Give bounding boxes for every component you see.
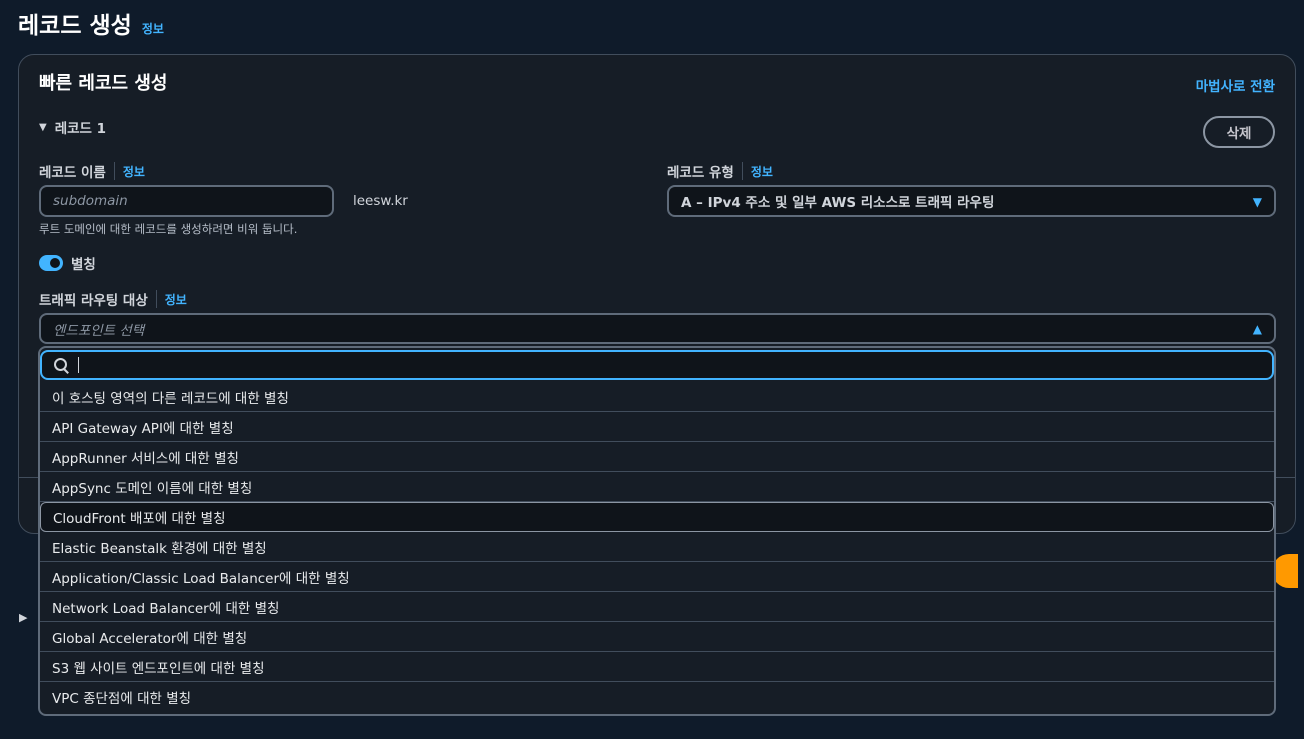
traffic-target-label: 트래픽 라우팅 대상 — [39, 293, 148, 309]
record-name-info-link[interactable]: 정보 — [123, 163, 145, 180]
dropdown-option[interactable]: S3 웹 사이트 엔드포인트에 대한 별칭 — [40, 652, 1274, 682]
record-name-label-row: 레코드 이름 정보 — [39, 161, 145, 181]
dropdown-option[interactable]: VPC 종단점에 대한 별칭 — [40, 682, 1274, 712]
record-name-label: 레코드 이름 — [39, 165, 106, 181]
page-info-link[interactable]: 정보 — [142, 20, 164, 37]
card-title: 빠른 레코드 생성 — [39, 73, 168, 94]
record-type-info-link[interactable]: 정보 — [751, 163, 773, 180]
record-name-placeholder: subdomain — [53, 193, 128, 209]
text-cursor — [78, 357, 79, 373]
endpoint-options-list: 이 호스팅 영역의 다른 레코드에 대한 별칭 API Gateway API에… — [40, 382, 1274, 712]
traffic-target-info-link[interactable]: 정보 — [165, 291, 187, 308]
traffic-target-label-row: 트래픽 라우팅 대상 정보 — [39, 289, 187, 309]
dropdown-option[interactable]: API Gateway API에 대한 별칭 — [40, 412, 1274, 442]
dropdown-option[interactable]: Global Accelerator에 대한 별칭 — [40, 622, 1274, 652]
endpoint-search-input[interactable] — [40, 350, 1274, 380]
switch-to-wizard-link[interactable]: 마법사로 전환 — [1196, 75, 1275, 95]
dropdown-option[interactable]: Application/Classic Load Balancer에 대한 별칭 — [40, 562, 1274, 592]
label-divider — [741, 162, 743, 180]
record-1-expander[interactable]: ▼ 레코드 1 — [39, 117, 106, 137]
alias-toggle[interactable] — [39, 255, 63, 271]
caret-down-icon: ▼ — [1252, 195, 1262, 209]
alias-toggle-row: 별칭 — [39, 253, 96, 273]
caret-up-icon: ▲ — [1252, 322, 1262, 336]
dropdown-option[interactable]: Elastic Beanstalk 환경에 대한 별칭 — [40, 532, 1274, 562]
record-name-input[interactable]: subdomain — [39, 185, 334, 217]
label-divider — [113, 162, 115, 180]
alias-label: 별칭 — [71, 257, 96, 273]
record-type-value: A – IPv4 주소 및 일부 AWS 리소스로 트래픽 라우팅 — [681, 195, 995, 211]
dropdown-option[interactable]: Network Load Balancer에 대한 별칭 — [40, 592, 1274, 622]
dropdown-option[interactable]: AppSync 도메인 이름에 대한 별칭 — [40, 472, 1274, 502]
endpoint-placeholder: 엔드포인트 선택 — [53, 322, 145, 339]
caret-right-icon[interactable]: ▶ — [19, 611, 27, 624]
dropdown-option[interactable]: AppRunner 서비스에 대한 별칭 — [40, 442, 1274, 472]
record-type-select[interactable]: A – IPv4 주소 및 일부 AWS 리소스로 트래픽 라우팅 ▼ — [667, 185, 1276, 217]
page-header: 레코드 생성 정보 — [18, 6, 164, 40]
domain-suffix: leesw.kr — [353, 193, 408, 209]
dropdown-option-highlighted[interactable]: CloudFront 배포에 대한 별칭 — [40, 502, 1274, 532]
caret-down-icon: ▼ — [39, 121, 47, 133]
endpoint-select[interactable]: 엔드포인트 선택 ▲ — [39, 313, 1276, 344]
record-name-hint: 루트 도메인에 대한 레코드를 생성하려면 비워 둡니다. — [39, 222, 298, 236]
endpoint-dropdown: 이 호스팅 영역의 다른 레코드에 대한 별칭 API Gateway API에… — [38, 346, 1276, 716]
dropdown-option[interactable]: 이 호스팅 영역의 다른 레코드에 대한 별칭 — [40, 382, 1274, 412]
label-divider — [155, 290, 157, 308]
record-type-label: 레코드 유형 — [667, 165, 734, 181]
page-title: 레코드 생성 — [18, 13, 132, 39]
record-section-label: 레코드 1 — [54, 121, 107, 137]
record-type-label-row: 레코드 유형 정보 — [667, 161, 773, 181]
toggle-knob — [50, 258, 60, 268]
search-icon — [54, 358, 69, 374]
delete-button[interactable]: 삭제 — [1203, 116, 1275, 148]
